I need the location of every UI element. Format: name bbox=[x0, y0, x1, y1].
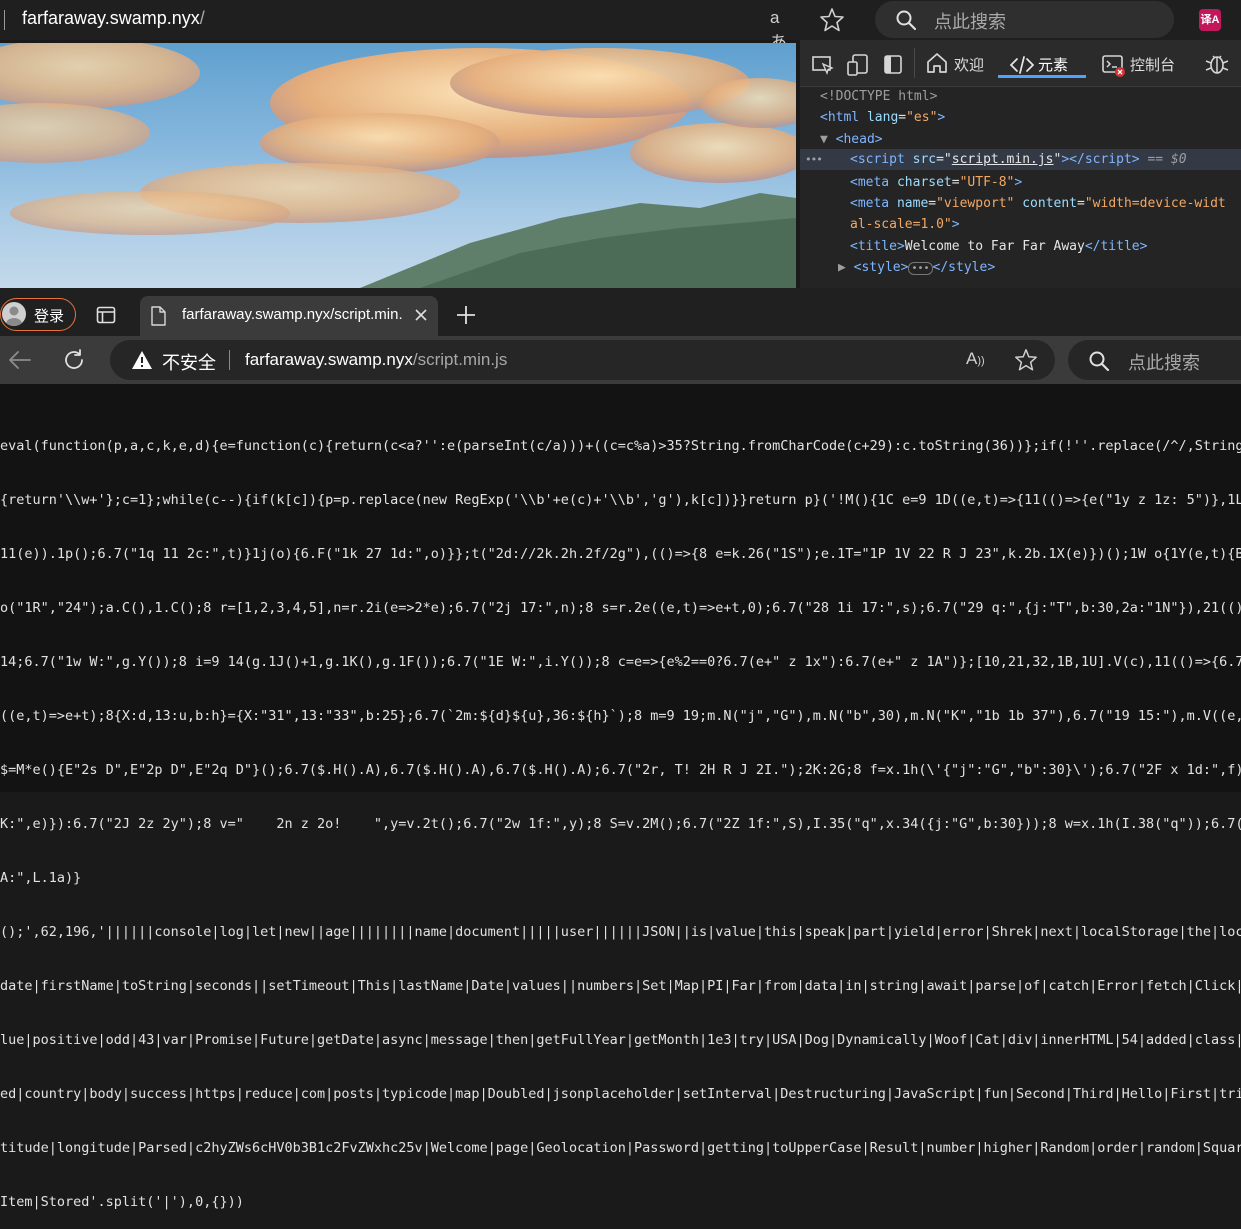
source-line: {return'\\w+'};c=1};while(c--){if(k[c]){… bbox=[0, 492, 1241, 508]
url-text[interactable]: farfaraway.swamp.nyx/script.min.js bbox=[245, 350, 507, 370]
dom-meta-viewport-cont: al-scale=1.0"> bbox=[850, 217, 960, 232]
source-line: 14;6.7("1w W:",g.Y());8 i=9 14(g.1J()+1,… bbox=[0, 654, 1241, 670]
url-host: farfaraway.swamp.nyx bbox=[245, 350, 413, 369]
address-separator bbox=[4, 10, 5, 30]
active-tab-indicator bbox=[998, 75, 1086, 78]
page-background-image bbox=[0, 43, 796, 288]
source-line: ((e,t)=>e+t);8{X:d,13:u,b:h}={X:"31",13:… bbox=[0, 708, 1241, 724]
source-line: date|firstName|toString|seconds||setTime… bbox=[0, 978, 1241, 994]
close-icon[interactable] bbox=[413, 307, 429, 323]
translate-icon[interactable]: 译A bbox=[1199, 9, 1221, 31]
read-aloud-glyph: A bbox=[966, 349, 978, 368]
tab-title: farfaraway.swamp.nyx/script.min.js bbox=[182, 306, 402, 323]
tab-actions-icon[interactable] bbox=[96, 305, 116, 325]
immersive-reader-icon[interactable]: aあ bbox=[770, 8, 796, 52]
tab-welcome[interactable]: 欢迎 bbox=[954, 54, 984, 75]
source-line: ed|country|body|success|https|reduce|com… bbox=[0, 1086, 1241, 1102]
source-line: o("1R","24");a.C(),1.C();8 r=[1,2,3,4,5]… bbox=[0, 600, 1241, 616]
console-icon[interactable] bbox=[1100, 52, 1126, 78]
dom-style-node[interactable]: ▶ <style> ••• </style> bbox=[838, 257, 995, 279]
source-line: $=M*e(){E"2s D",E"2p D",E"2q D"}();6.7($… bbox=[0, 762, 1241, 778]
tab-console[interactable]: 控制台 bbox=[1130, 54, 1175, 75]
url-path: /script.min.js bbox=[412, 350, 508, 369]
favorite-star-icon[interactable] bbox=[818, 6, 846, 34]
source-line: K:",e)}):6.7("2J 2z 2y");8 v=" 2n z 2o! … bbox=[0, 816, 1241, 832]
source-line: 11(e)).1p();6.7("1q 11 2c:",t)}1j(o){6.F… bbox=[0, 546, 1241, 562]
script-src-link[interactable]: script.min.js bbox=[952, 152, 1054, 167]
device-emulation-icon[interactable] bbox=[845, 52, 871, 78]
reload-icon[interactable] bbox=[62, 348, 86, 372]
tab-elements[interactable]: 元素 bbox=[1038, 54, 1068, 75]
dom-meta-viewport[interactable]: <meta name="viewport" content="width=dev… bbox=[850, 193, 1241, 214]
search-placeholder: 点此搜索 bbox=[1128, 353, 1200, 373]
node-actions-icon[interactable]: ••• bbox=[805, 149, 823, 170]
search-icon bbox=[1088, 350, 1110, 372]
home-icon[interactable] bbox=[924, 50, 950, 76]
top-url-field[interactable]: farfaraway.swamp.nyx/ bbox=[22, 8, 205, 29]
source-line: titude|longitude|Parsed|c2hyZWs6cHV0b3B1… bbox=[0, 1140, 1241, 1156]
dom-script-node[interactable]: <script src="script.min.js"></script> ==… bbox=[850, 149, 1187, 170]
avatar bbox=[2, 302, 26, 326]
script-source-text: eval(function(p,a,c,k,e,d){e=function(c)… bbox=[0, 401, 1241, 1229]
source-line: eval(function(p,a,c,k,e,d){e=function(c)… bbox=[0, 438, 1241, 454]
toolbar-divider bbox=[914, 48, 915, 78]
top-url-host: farfaraway.swamp.nyx bbox=[22, 8, 200, 28]
top-url-path: / bbox=[199, 8, 205, 28]
top-search-box[interactable] bbox=[875, 1, 1174, 38]
source-line: A:",L.1a)} bbox=[0, 870, 82, 886]
new-tab-icon[interactable] bbox=[455, 304, 477, 326]
address-separator bbox=[229, 350, 230, 370]
not-secure-label[interactable]: 不安全 bbox=[162, 349, 216, 375]
source-line: lue|positive|odd|43|var|Promise|Future|g… bbox=[0, 1032, 1241, 1048]
search-icon bbox=[895, 9, 917, 31]
dom-title-node[interactable]: <title>Welcome to Far Far Away</title> bbox=[850, 236, 1147, 257]
read-aloud-icon[interactable]: A)) bbox=[966, 349, 990, 371]
toggle-sidebar-icon[interactable] bbox=[881, 52, 907, 78]
warning-icon[interactable] bbox=[131, 350, 153, 370]
page-icon bbox=[150, 306, 166, 326]
dom-head-node[interactable]: ▼ <head> bbox=[820, 129, 883, 150]
source-line: Item|Stored'.split('|'),0,{})) bbox=[0, 1194, 244, 1210]
top-search-placeholder: 点此搜索 bbox=[934, 12, 1006, 32]
login-label: 登录 bbox=[34, 308, 65, 325]
back-arrow-icon[interactable] bbox=[8, 349, 32, 371]
dom-doctype: <!DOCTYPE html> bbox=[820, 89, 938, 104]
bug-icon[interactable] bbox=[1204, 51, 1230, 77]
favorite-star-icon[interactable] bbox=[1013, 347, 1039, 373]
dom-meta-charset[interactable]: <meta charset="UTF-8"> bbox=[850, 172, 1022, 193]
inspect-element-icon[interactable] bbox=[810, 52, 836, 78]
dom-html-node[interactable]: <html lang="es"> bbox=[820, 107, 945, 128]
source-line: ();',62,196,'||||||console|log|let|new||… bbox=[0, 924, 1241, 940]
